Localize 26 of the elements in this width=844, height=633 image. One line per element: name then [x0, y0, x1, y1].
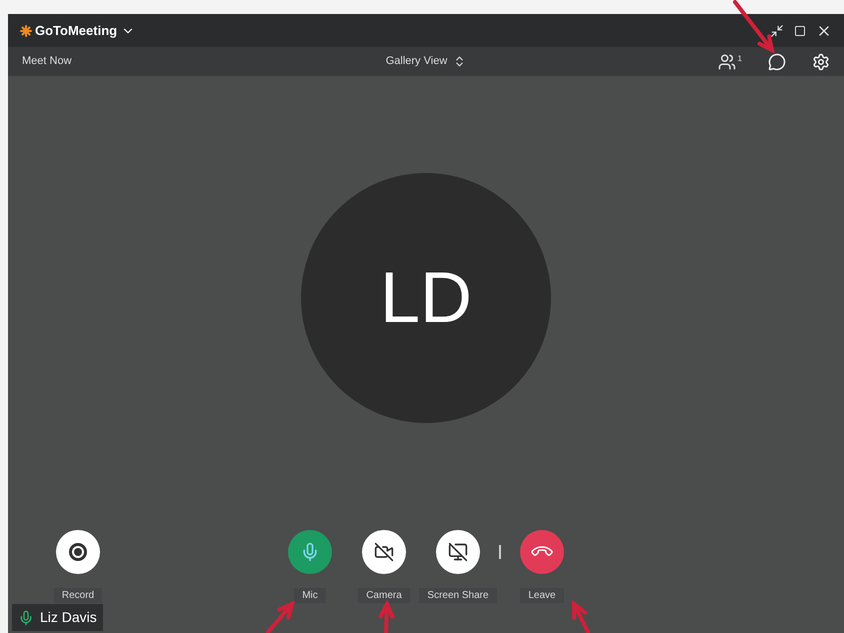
control-label: Screen Share	[419, 588, 497, 603]
screen-share-button[interactable]	[436, 530, 480, 574]
flower-logo-icon	[20, 24, 32, 36]
camera-off-icon	[374, 542, 394, 562]
participant-count: 1	[738, 52, 742, 64]
minimize-icon[interactable]	[770, 24, 784, 38]
settings-icon[interactable]	[812, 52, 830, 70]
camera-button[interactable]	[362, 530, 406, 574]
record-button[interactable]	[56, 530, 100, 574]
record-icon	[69, 543, 87, 561]
people-icon	[718, 52, 736, 70]
chat-icon[interactable]	[768, 52, 786, 70]
control-label: Mic	[294, 588, 326, 603]
screen-share-off-icon	[448, 542, 468, 562]
maximize-icon[interactable]	[794, 24, 806, 36]
control-label: Leave	[520, 588, 564, 603]
control-label: Camera	[358, 588, 410, 603]
mic-button[interactable]	[288, 530, 332, 574]
app-title[interactable]: GoToMeeting	[35, 20, 118, 40]
avatar-initials: LD	[380, 257, 472, 340]
view-selector[interactable]: Gallery View	[386, 53, 466, 70]
meeting-name: Meet Now	[22, 54, 73, 70]
speaker-name: Liz Davis	[40, 608, 97, 627]
leave-button[interactable]	[520, 530, 564, 574]
control-label: Record	[54, 588, 102, 603]
participants-button[interactable]: 1	[718, 52, 742, 70]
